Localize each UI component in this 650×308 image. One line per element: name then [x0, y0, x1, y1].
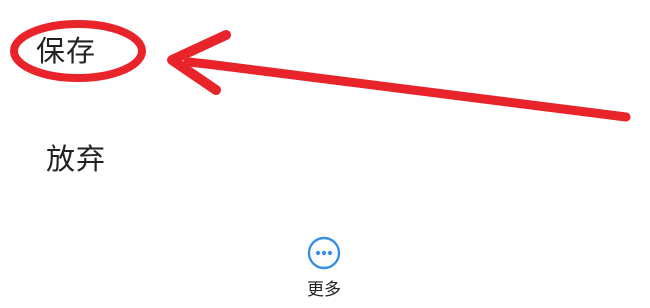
- discard-menu-item[interactable]: 放弃: [0, 141, 346, 177]
- more-label: 更多: [307, 280, 341, 300]
- save-label: 保存: [36, 34, 97, 68]
- save-menu-item[interactable]: 保存: [0, 33, 336, 69]
- more-button[interactable]: 更多: [300, 236, 348, 301]
- more-dots-icon: [307, 236, 341, 270]
- discard-label: 放弃: [46, 142, 107, 176]
- annotation-arrow: [183, 57, 631, 122]
